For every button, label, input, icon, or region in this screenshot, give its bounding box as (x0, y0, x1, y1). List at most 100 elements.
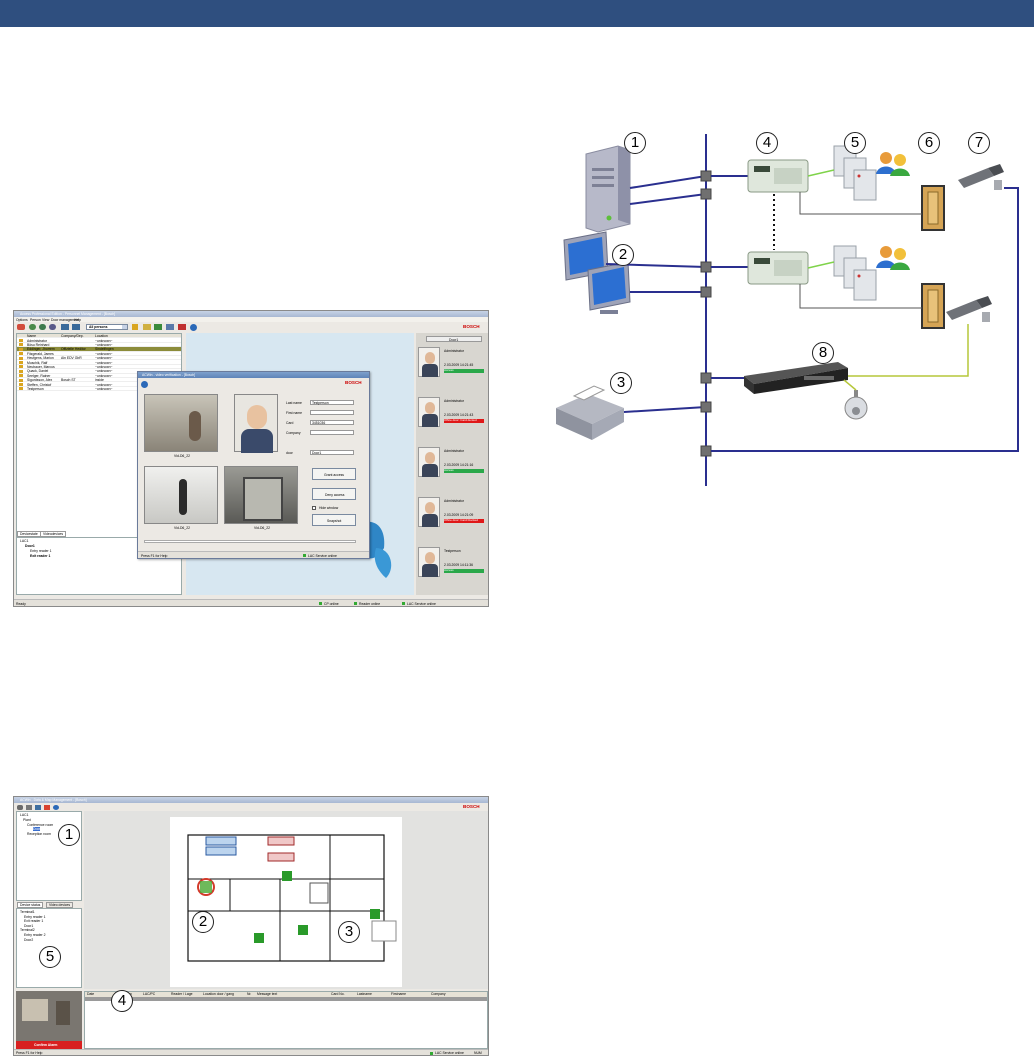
event-column-header[interactable]: LAC/PC (143, 992, 155, 996)
help-icon[interactable] (190, 323, 197, 331)
events-header-field[interactable]: Door1 (426, 336, 482, 342)
device-tree-item[interactable]: Entry reader 2 (24, 933, 46, 937)
person-icon (19, 365, 23, 369)
event-column-header[interactable]: Date (87, 992, 94, 996)
camera-2-label: Vid-D6_22 (174, 526, 190, 530)
camera-icon (958, 164, 1004, 190)
help-icon[interactable] (141, 381, 148, 388)
tree-door1[interactable]: Door1 (25, 544, 35, 548)
hide-window-checkbox[interactable] (312, 506, 316, 510)
event-column-header[interactable]: Message text (257, 992, 277, 996)
event-column-header[interactable]: Reader / Lage (171, 992, 193, 996)
help-icon[interactable] (53, 804, 59, 810)
tree-plant[interactable]: Plant (23, 818, 31, 822)
print-icon[interactable] (72, 324, 80, 330)
deny-access-label: Deny access (325, 493, 345, 497)
toolbar: All persons BOSCH (14, 322, 488, 332)
person-filter-select[interactable]: All persons (86, 324, 128, 330)
add-person-icon[interactable] (17, 324, 25, 330)
device-status-tree: Terminal1 Entry reader 1 Exit reader 1 Door… (16, 908, 82, 988)
suit (422, 564, 438, 577)
event-column-header[interactable]: Nr. (247, 992, 251, 996)
event-user: Administrator (444, 399, 464, 403)
network-icon[interactable] (166, 324, 174, 330)
edit-icon[interactable] (35, 804, 41, 810)
tree-lac1[interactable]: LAC1 (20, 539, 28, 543)
floorplan-svg (187, 834, 397, 962)
event-column-header[interactable]: Company (431, 992, 446, 996)
camera-view-3[interactable] (224, 466, 298, 524)
map-icon[interactable] (154, 324, 162, 330)
eye-icon[interactable] (17, 804, 23, 810)
event-time: 2.03.2009 14:21:43 (444, 413, 474, 417)
dialog-field-value: 3451036 (312, 421, 326, 426)
event-card[interactable]: Administrator 2.03.2009 14:21:45 Access (418, 347, 486, 393)
floorplan[interactable]: 2 3 (170, 817, 402, 987)
event-time: 2.03.2009 14:11:36 (444, 563, 473, 567)
snapshot-label: Snapshot (327, 519, 342, 523)
device-tree-item[interactable]: Exit reader 1 (24, 919, 43, 923)
dialog-field-input[interactable]: Testperson (310, 400, 354, 405)
event-card[interactable]: Testperson 2.03.2009 14:11:36 Access (418, 547, 486, 593)
camera-1-label: Vid-D6_22 (174, 454, 190, 458)
event-column-header[interactable]: Card No. (331, 992, 345, 996)
video-person (56, 1001, 70, 1025)
event-column-header[interactable]: Firstname (391, 992, 406, 996)
dialog-field-input[interactable] (310, 410, 354, 415)
tree-reception[interactable]: Reception room (27, 832, 51, 836)
device-tree-item[interactable]: Entry reader 1 (24, 915, 46, 919)
device-tree-item[interactable]: Door1 (24, 924, 33, 928)
event-card[interactable]: Administrator 2.03.2009 14:21:09 Office do… (418, 497, 486, 543)
device-tree-item[interactable]: Terminal1 (20, 910, 35, 914)
door-icon[interactable] (143, 324, 151, 330)
door-icon (921, 283, 945, 329)
device-tree-item[interactable]: Terminal2 (20, 928, 35, 932)
key-icon[interactable] (132, 324, 138, 330)
status-led (319, 602, 322, 605)
dialog-field-input[interactable]: Door1 (310, 450, 354, 455)
person-icon[interactable] (29, 324, 36, 330)
face (425, 352, 435, 364)
header-bar (0, 0, 1034, 27)
tree-door[interactable]: Door (33, 827, 41, 832)
person-edit-icon[interactable] (39, 324, 46, 330)
dialog-field-input[interactable] (310, 430, 354, 435)
tree-lac1[interactable]: LAC1 (20, 813, 28, 817)
bus-port (700, 372, 712, 384)
grant-access-button[interactable]: Grant access (312, 468, 356, 480)
event-card[interactable]: Administrator 2.03.2009 14:21:16 Access (418, 447, 486, 493)
device-tree-item[interactable]: Door2 (24, 938, 33, 942)
person-silhouette (189, 411, 201, 441)
camera-icon[interactable] (26, 804, 32, 810)
video-preview[interactable]: Confirm Alarm (16, 991, 82, 1049)
dialog-field-value: Door1 (312, 451, 322, 456)
server-icon (585, 145, 631, 233)
snapshot-button[interactable]: Snapshot (312, 514, 356, 526)
event-card[interactable]: Administrator 2.03.2009 14:21:43 Office do… (418, 397, 486, 443)
person-icon (19, 387, 23, 391)
event-photo (418, 547, 440, 577)
deny-access-button[interactable]: Deny access (312, 488, 356, 500)
card-icon[interactable] (61, 324, 69, 330)
link-server (629, 175, 707, 189)
person-icon (19, 369, 23, 373)
camera-view-2[interactable] (144, 466, 218, 524)
dialog-field-label: door (286, 451, 293, 455)
event-row-selected[interactable] (85, 997, 487, 1001)
event-user: Testperson (444, 549, 461, 553)
tree-entry-reader[interactable]: Entry reader 1 (30, 549, 52, 553)
alarm-icon[interactable] (178, 324, 186, 330)
users-icon (876, 152, 910, 176)
event-column-header[interactable]: Lastname (357, 992, 372, 996)
tree-exit-reader[interactable]: Exit reader 1 (30, 554, 50, 558)
confirm-alarm-button[interactable]: Confirm Alarm (16, 1041, 82, 1049)
home-icon[interactable] (44, 804, 50, 810)
person-delete-icon[interactable] (49, 324, 56, 330)
event-table: DateLocationLAC/PCReader / LageLocation … (84, 990, 488, 1049)
event-column-header[interactable]: Location door / gang (203, 992, 234, 996)
camera-view-1[interactable] (144, 394, 218, 452)
person-icon (19, 352, 23, 356)
dialog-field-input[interactable]: 3451036 (310, 420, 354, 425)
status-bar: Press F1 for Help LAC Service online NUM (14, 1049, 488, 1055)
link-camera (848, 324, 969, 377)
